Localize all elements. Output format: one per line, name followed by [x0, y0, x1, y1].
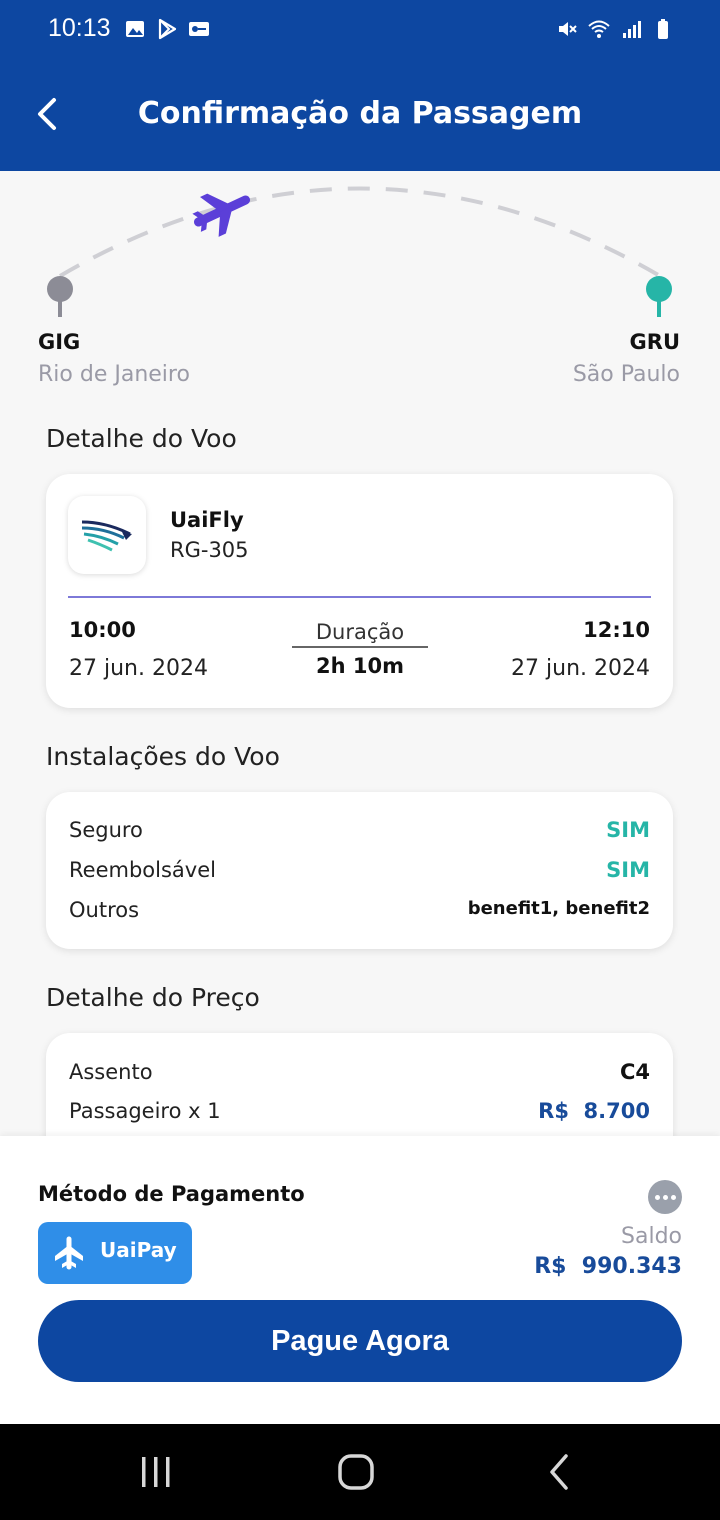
wifi-icon: [588, 20, 610, 38]
status-icons-right: [556, 18, 674, 40]
balance-value: R$ 990.343: [534, 1254, 682, 1279]
departure-time: 10:00: [69, 618, 136, 642]
divider: [68, 596, 651, 598]
facility-label: Outros: [69, 898, 140, 922]
arrival-date: 27 jun. 2024: [511, 656, 650, 681]
facilities-card: Seguro SIM Reembolsável SIM Outros benef…: [46, 792, 673, 949]
balance-label: Saldo: [621, 1224, 682, 1249]
system-nav-bar: [0, 1424, 720, 1520]
airplane-icon: [55, 1236, 83, 1270]
recent-apps-icon[interactable]: [136, 1452, 176, 1492]
mute-icon: [559, 22, 577, 36]
facilities-title: Instalações do Voo: [46, 742, 280, 771]
back-icon[interactable]: [540, 1452, 580, 1492]
facility-value: benefit1, benefit2: [467, 898, 650, 919]
status-time: 10:13: [48, 14, 111, 42]
origin-pin-icon: [47, 276, 73, 317]
payment-sheet: Método de Pagamento UaiPay Saldo R$ 990.…: [0, 1136, 720, 1424]
price-label: Passageiro x 1: [69, 1099, 221, 1123]
destination-city: São Paulo: [572, 362, 680, 387]
destination-pin-icon: [646, 276, 672, 317]
price-detail-title: Detalhe do Preço: [46, 983, 260, 1012]
home-icon[interactable]: [336, 1452, 376, 1492]
price-label: Assento: [69, 1060, 153, 1084]
airplane-icon: [192, 193, 251, 237]
duration-label: Duração: [292, 620, 428, 648]
app-header: 10:13 Confirmação da Passagem: [0, 0, 720, 171]
facility-value: SIM: [606, 858, 650, 882]
vpn-key-icon: [189, 22, 209, 36]
payment-method-label: UaiPay: [100, 1238, 177, 1262]
payment-method-button[interactable]: UaiPay: [38, 1222, 192, 1284]
origin-city: Rio de Janeiro: [38, 362, 190, 387]
page-title: Confirmação da Passagem: [137, 96, 583, 131]
play-store-icon: [158, 18, 177, 40]
duration-value: 2h 10m: [316, 654, 404, 678]
facility-label: Seguro: [69, 818, 143, 842]
destination-code: GRU: [629, 330, 680, 354]
payment-title: Método de Pagamento: [38, 1182, 305, 1206]
route-arc: [47, 186, 672, 317]
signal-icon: [623, 21, 641, 38]
flight-detail-title: Detalhe do Voo: [46, 424, 237, 453]
facility-label: Reembolsável: [69, 858, 216, 882]
pay-now-button[interactable]: Pague Agora: [38, 1300, 682, 1382]
airline-logo: [68, 496, 146, 574]
airline-bird-icon: [81, 520, 132, 552]
flight-detail-card: UaiFly RG-305 10:00 27 jun. 2024 Duração…: [46, 474, 673, 708]
origin-code: GIG: [38, 330, 81, 354]
price-value: C4: [619, 1060, 650, 1084]
flight-code: RG-305: [170, 538, 249, 562]
status-icons-left: [124, 18, 210, 40]
image-icon: [126, 21, 144, 37]
departure-date: 27 jun. 2024: [69, 656, 208, 681]
price-value: R$ 8.700: [538, 1099, 650, 1123]
battery-icon: [658, 19, 668, 39]
arrival-time: 12:10: [583, 618, 650, 642]
facility-value: SIM: [606, 818, 650, 842]
more-options-button[interactable]: [648, 1180, 682, 1214]
airline-name: UaiFly: [170, 508, 244, 532]
